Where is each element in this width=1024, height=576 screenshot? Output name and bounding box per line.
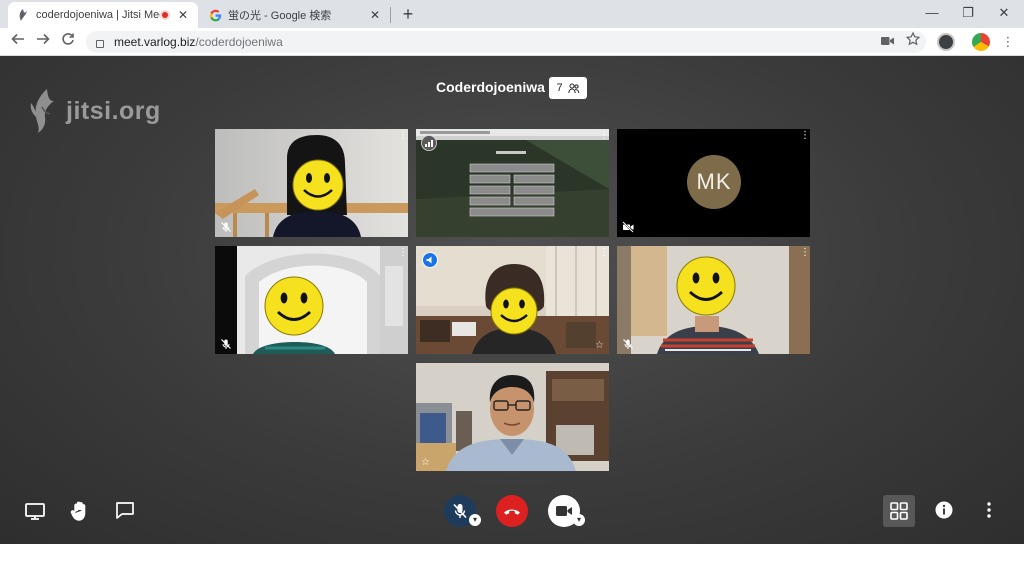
participant-tile-4[interactable]: ⋮ <box>215 246 408 354</box>
profile-avatar-icon[interactable] <box>972 33 990 51</box>
participant-tile-2[interactable]: ⋮ <box>416 129 609 237</box>
tile-menu-icon[interactable]: ⋮ <box>599 248 609 258</box>
participant-tile-6[interactable]: ⋮ <box>617 246 810 354</box>
video-settings-chevron-icon[interactable]: ▾ <box>573 514 585 526</box>
hangup-icon <box>504 509 520 515</box>
url-path: /coderdojoeniwa <box>195 35 283 49</box>
address-bar[interactable]: meet.varlog.biz/coderdojoeniwa <box>86 31 926 53</box>
local-video <box>416 363 609 471</box>
tile-menu-icon[interactable]: ⋮ <box>599 131 609 141</box>
browser-menu-icon[interactable]: ⋮ <box>998 32 1018 52</box>
more-options-button[interactable] <box>978 499 1000 521</box>
tab-close-icon[interactable]: ✕ <box>368 8 382 22</box>
info-button[interactable] <box>933 499 955 521</box>
raise-hand-button[interactable] <box>68 499 92 523</box>
local-star-icon: ☆ <box>421 457 430 468</box>
info-icon <box>935 501 953 519</box>
new-tab-button[interactable]: + <box>398 4 418 24</box>
jitsi-favicon-icon <box>16 8 30 22</box>
tab-google-search[interactable]: 蛍の光 - Google 検索 ✕ <box>200 2 390 28</box>
restore-button[interactable]: ❐ <box>950 2 986 24</box>
browser-toolbar: meet.varlog.biz/coderdojoeniwa ⋮ <box>0 28 1024 56</box>
camera-icon <box>556 506 572 516</box>
screen-share-icon <box>25 503 45 520</box>
camera-off-icon <box>622 221 634 233</box>
participant-tile-5[interactable]: ⋮ ☆ <box>416 246 609 354</box>
lock-icon <box>96 40 104 48</box>
google-favicon-icon <box>208 8 222 22</box>
participant-avatar: MK <box>687 155 741 209</box>
mic-muted-icon <box>623 339 633 349</box>
chat-button[interactable] <box>113 499 137 523</box>
extension-icon[interactable] <box>937 33 955 51</box>
tile-menu-icon[interactable]: ⋮ <box>800 248 810 258</box>
tile-menu-icon[interactable]: ⋮ <box>398 248 408 258</box>
more-options-icon <box>987 502 991 518</box>
recording-indicator-icon <box>160 10 170 20</box>
tile-view-button[interactable] <box>883 495 915 527</box>
browser-tab-strip: coderdojoeniwa | Jitsi Meet ✕ 蛍の光 - Goog… <box>0 0 1024 28</box>
jitsi-watermark[interactable]: jitsi.org <box>28 86 161 136</box>
mic-muted-icon <box>453 503 467 519</box>
back-arrow-icon <box>11 33 24 45</box>
tile-menu-icon[interactable]: ⋮ <box>800 131 810 141</box>
participant-video <box>416 246 609 354</box>
back-button[interactable] <box>8 32 28 52</box>
minimize-button[interactable]: — <box>914 2 950 24</box>
mic-muted-icon <box>221 222 231 232</box>
camera-permission-icon[interactable] <box>877 32 897 52</box>
screen-share-video <box>416 129 609 237</box>
tile-menu-icon[interactable]: ⋮ <box>398 131 408 141</box>
participant-tile-3[interactable]: MK ⋮ <box>617 129 810 237</box>
tile-view-icon <box>890 502 908 520</box>
mic-muted-icon <box>221 339 231 349</box>
conference-title: Coderdojoeniwa <box>436 79 545 95</box>
tab-title: 蛍の光 - Google 検索 <box>228 10 332 22</box>
tab-separator <box>390 7 391 23</box>
hangup-button[interactable] <box>496 495 528 527</box>
chat-icon <box>116 502 134 519</box>
watermark-text: jitsi.org <box>66 96 161 125</box>
url-host: meet.varlog.biz <box>114 35 196 49</box>
screen-share-button[interactable] <box>23 499 47 523</box>
moderator-star-icon: ☆ <box>595 340 604 351</box>
forward-button[interactable] <box>33 32 53 52</box>
participants-icon <box>567 82 579 93</box>
tab-title: coderdojoeniwa | Jitsi Meet <box>36 9 160 21</box>
forward-arrow-icon <box>37 33 50 45</box>
tab-jitsi-meet[interactable]: coderdojoeniwa | Jitsi Meet ✕ <box>8 2 198 28</box>
meeting-stage: jitsi.org Coderdojoeniwa 7 ⋮ <box>0 56 1024 544</box>
audio-settings-chevron-icon[interactable]: ▾ <box>469 514 481 526</box>
participant-tile-1[interactable]: ⋮ <box>215 129 408 237</box>
dominant-speaker-icon <box>422 252 438 268</box>
participant-video <box>617 246 810 354</box>
connection-indicator-icon[interactable] <box>421 135 437 151</box>
raise-hand-icon <box>70 501 86 521</box>
jitsi-logo-icon <box>30 89 54 133</box>
participant-tile-7[interactable]: ☆ <box>416 363 609 471</box>
participant-video <box>215 246 408 354</box>
close-window-button[interactable]: ✕ <box>986 2 1022 24</box>
participant-count: 7 <box>556 82 563 94</box>
participant-count-badge[interactable]: 7 <box>549 77 587 99</box>
tab-close-icon[interactable]: ✕ <box>176 8 190 22</box>
participant-video <box>215 129 408 237</box>
page-bottom-area <box>0 544 1024 576</box>
bookmark-star-icon[interactable] <box>903 31 923 52</box>
reload-button[interactable] <box>58 32 78 52</box>
reload-icon <box>62 33 74 45</box>
